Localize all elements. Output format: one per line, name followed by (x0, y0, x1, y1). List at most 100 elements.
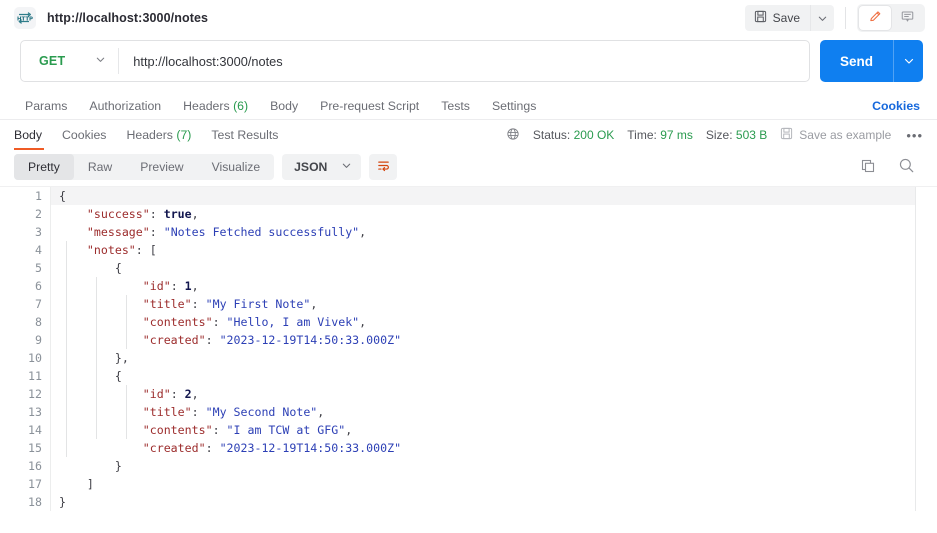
status-value: 200 OK (573, 128, 615, 142)
response-format-select[interactable]: JSON (282, 154, 362, 180)
viewer-mode-segmented: Pretty Raw Preview Visualize (14, 154, 275, 180)
tab-label: Body (14, 128, 43, 142)
tab-label: Settings (491, 98, 537, 113)
line-number: 8 (35, 315, 42, 329)
line-number: 13 (28, 405, 42, 419)
tab-count: (7) (176, 128, 192, 142)
send-button[interactable]: Send (820, 40, 893, 82)
request-tab-bar: Params Authorization Headers (6) Body Pr… (0, 92, 937, 120)
viewer-mode-pretty[interactable]: Pretty (14, 154, 74, 180)
toolbar-divider (845, 7, 846, 29)
response-body-viewer[interactable]: 1 2 3 4 5 6 7 8 9 10 11 12 13 14 15 16 17 18 { "success":… (0, 186, 937, 511)
word-wrap-icon (376, 158, 391, 176)
status-readout: Status: 200 OK (533, 128, 614, 142)
size-readout: Size: 503 B (706, 128, 767, 142)
line-number: 16 (28, 459, 42, 473)
request-tab-authorization[interactable]: Authorization (78, 92, 172, 120)
code-line: ] (86, 477, 94, 491)
comment-button[interactable] (891, 6, 923, 30)
tab-label: Body (270, 98, 299, 113)
time-value: 97 ms (660, 128, 693, 142)
save-options-caret[interactable] (810, 5, 834, 31)
request-url-row: GET Send (0, 36, 937, 92)
method-label: GET (39, 54, 66, 68)
code-line: "contents": "Hello, I am Vivek", (142, 315, 367, 329)
cookies-link[interactable]: Cookies (872, 99, 923, 113)
line-number: 10 (28, 351, 42, 365)
save-button-label: Save (772, 11, 800, 25)
copy-icon (860, 159, 876, 177)
ellipsis-icon[interactable]: ••• (904, 128, 923, 143)
code-lines[interactable]: { "success": true, "message": "Notes Fet… (50, 187, 937, 511)
view-mode-toggle-group (857, 4, 925, 32)
line-number: 15 (28, 441, 42, 455)
code-line: "created": "2023-12-19T14:50:33.000Z" (142, 333, 402, 347)
code-line: "created": "2023-12-19T14:50:33.000Z" (142, 441, 402, 455)
request-tab-headers[interactable]: Headers (6) (172, 92, 259, 120)
code-line: "title": "My Second Note", (142, 405, 325, 419)
tab-title: http://localhost:3000/notes (47, 11, 209, 25)
floppy-disk-icon (754, 10, 767, 26)
save-button-group[interactable]: Save (744, 5, 834, 31)
request-tab-settings[interactable]: Settings (481, 92, 547, 120)
viewer-mode-preview[interactable]: Preview (126, 154, 197, 180)
tab-label: Test Results (211, 128, 279, 142)
line-number: 9 (35, 333, 42, 347)
method-selector[interactable]: GET (21, 54, 118, 68)
line-number: 12 (28, 387, 42, 401)
send-options-caret[interactable] (893, 40, 923, 82)
code-line: { (114, 369, 122, 383)
search-button[interactable] (898, 157, 915, 177)
line-number: 5 (35, 261, 42, 275)
url-input[interactable] (119, 53, 809, 69)
edit-mode-button[interactable] (859, 6, 891, 30)
viewer-mode-visualize[interactable]: Visualize (198, 154, 275, 180)
tab-label: Tests (441, 98, 470, 113)
line-number: 4 (35, 243, 42, 257)
code-editor[interactable]: 1 2 3 4 5 6 7 8 9 10 11 12 13 14 15 16 17 18 { "success":… (0, 187, 937, 511)
chevron-down-icon (341, 160, 352, 174)
chevron-down-icon (95, 54, 106, 68)
floppy-disk-icon (780, 127, 793, 143)
response-tab-test-results[interactable]: Test Results (201, 120, 288, 150)
line-number: 14 (28, 423, 42, 437)
request-tab-tests[interactable]: Tests (430, 92, 481, 120)
comment-icon (900, 9, 915, 27)
tab-label: Cookies (62, 128, 107, 142)
size-value: 503 B (735, 128, 768, 142)
request-tab-pre-request-script[interactable]: Pre-request Script (309, 92, 430, 120)
response-tab-body[interactable]: Body (14, 120, 52, 150)
viewer-mode-raw[interactable]: Raw (74, 154, 126, 180)
line-number: 6 (35, 279, 42, 293)
url-bar: GET (20, 40, 810, 82)
request-tab-body[interactable]: Body (259, 92, 309, 120)
request-tab-params[interactable]: Params (14, 92, 78, 120)
search-icon (898, 158, 915, 177)
line-number: 3 (35, 225, 42, 239)
time-label: Time: (627, 128, 657, 142)
tab-label: Headers (126, 128, 173, 142)
response-tab-bar: Body Cookies Headers (7) Test Results St… (0, 120, 937, 150)
code-line: } (114, 459, 122, 473)
response-tab-cookies[interactable]: Cookies (52, 120, 116, 150)
code-line: }, (114, 351, 129, 365)
svg-text:HTTP: HTTP (17, 16, 33, 22)
save-button[interactable]: Save (745, 5, 810, 31)
tab-label: Authorization (89, 98, 162, 113)
copy-button[interactable] (860, 158, 876, 177)
response-tab-headers[interactable]: Headers (7) (116, 120, 201, 150)
code-line: "contents": "I am TCW at GFG", (142, 423, 353, 437)
save-as-example-button[interactable]: Save as example (780, 127, 891, 143)
send-button-group[interactable]: Send (819, 40, 923, 82)
status-label: Status: (532, 128, 571, 142)
code-line: "notes": [ (86, 243, 157, 257)
line-number-gutter: 1 2 3 4 5 6 7 8 9 10 11 12 13 14 15 16 17 18 (0, 187, 50, 511)
save-as-example-label: Save as example (799, 128, 892, 142)
topbar-actions: Save (744, 4, 925, 32)
time-readout: Time: 97 ms (627, 128, 693, 142)
window-top-bar: HTTP http://localhost:3000/notes Save (0, 0, 937, 36)
line-number: 7 (35, 297, 42, 311)
http-protocol-icon: HTTP (14, 7, 36, 29)
size-label: Size: (705, 128, 733, 142)
word-wrap-toggle[interactable] (369, 154, 398, 180)
